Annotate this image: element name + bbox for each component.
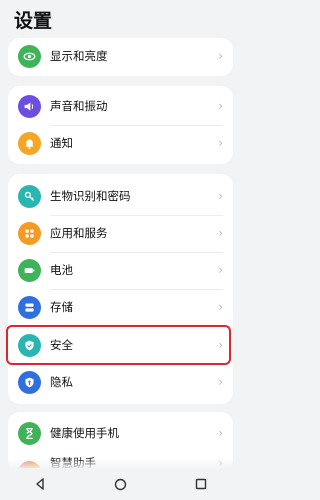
settings-item-security[interactable]: 安全 › [8,327,233,364]
settings-item-apps[interactable]: 应用和服务 › [8,215,233,252]
chevron-right-icon: › [218,426,223,440]
settings-group-system: 生物识别和密码 › 应用和服务 › 电池 › 存储 › 安全 › 隐私 › [8,174,233,404]
settings-item-label: 生物识别和密码 [50,189,131,203]
battery-icon [18,259,41,282]
eye-icon [18,45,41,68]
settings-item-label: 声音和振动 [50,99,108,113]
speaker-icon [18,95,41,118]
bell-icon [18,132,41,155]
navigation-bar [0,468,241,500]
chevron-right-icon: › [218,189,223,203]
settings-item-label: 通知 [50,136,73,150]
settings-item-label: 显示和亮度 [50,49,108,63]
apps-icon [18,222,41,245]
chevron-right-icon: › [218,136,223,150]
settings-item-digital-balance[interactable]: 健康使用手机 › [8,415,233,452]
settings-item-notifications[interactable]: 通知 › [8,125,233,162]
storage-icon [18,296,41,319]
recents-icon[interactable] [189,472,213,496]
settings-item-display[interactable]: 显示和亮度 › [8,38,233,75]
chevron-right-icon: › [218,300,223,314]
settings-item-storage[interactable]: 存储 › [8,289,233,326]
settings-item-label: 电池 [50,263,73,277]
chevron-right-icon: › [218,99,223,113]
settings-item-label: 健康使用手机 [50,426,119,440]
settings-group-sound: 声音和振动 › 通知 › [8,86,233,164]
chevron-right-icon: › [218,263,223,277]
privacy-shield-icon [18,371,41,394]
chevron-right-icon: › [218,49,223,63]
settings-item-label: 隐私 [50,375,73,389]
chevron-right-icon: › [218,226,223,240]
settings-item-label: 安全 [50,338,73,352]
settings-item-label: 应用和服务 [50,226,108,240]
shield-check-icon [18,334,41,357]
settings-item-biometrics[interactable]: 生物识别和密码 › [8,178,233,215]
settings-item-sound[interactable]: 声音和振动 › [8,88,233,125]
settings-item-label: 存储 [50,300,73,314]
settings-group-display: 显示和亮度 › [8,38,233,76]
hourglass-icon [18,422,41,445]
back-icon[interactable] [28,472,52,496]
home-icon[interactable] [108,472,132,496]
page-title: 设置 [14,10,53,32]
chevron-right-icon: › [218,338,223,352]
settings-item-battery[interactable]: 电池 › [8,252,233,289]
settings-item-privacy[interactable]: 隐私 › [8,364,233,401]
chevron-right-icon: › [218,375,223,389]
key-icon [18,185,41,208]
